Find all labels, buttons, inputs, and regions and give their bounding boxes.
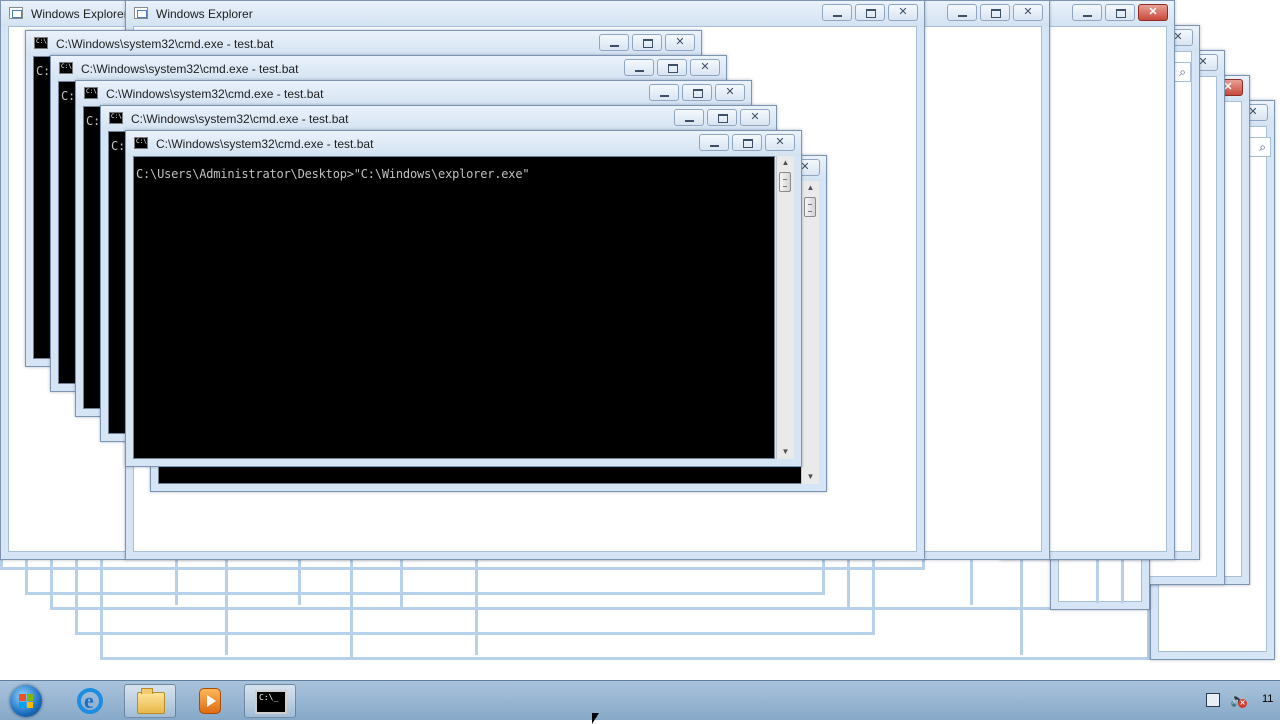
cmd-icon bbox=[34, 37, 48, 49]
cmd-window-active[interactable]: C:\Windows\system32\cmd.exe - test.bat C… bbox=[125, 130, 802, 467]
minimize-icon[interactable] bbox=[624, 59, 654, 76]
console-area[interactable]: C:\Users\Administrator\Desktop>"C:\Windo… bbox=[133, 156, 775, 459]
caption-buttons bbox=[649, 84, 745, 101]
clock[interactable]: 11 bbox=[1262, 693, 1273, 705]
close-icon[interactable] bbox=[740, 109, 770, 126]
explorer-icon bbox=[9, 7, 23, 19]
close-icon[interactable] bbox=[715, 84, 745, 101]
minimize-icon[interactable] bbox=[699, 134, 729, 151]
minimize-icon[interactable] bbox=[674, 109, 704, 126]
minimize-icon[interactable] bbox=[947, 4, 977, 21]
maximize-icon[interactable] bbox=[682, 84, 712, 101]
window-title: C:\Windows\system32\cmd.exe - test.bat bbox=[56, 37, 274, 51]
minimize-icon[interactable] bbox=[822, 4, 852, 21]
console-scrollbar[interactable]: ▲ ▼ bbox=[776, 156, 794, 459]
minimize-icon[interactable] bbox=[649, 84, 679, 101]
system-tray: 🔊 ✕ 11 bbox=[1190, 681, 1280, 721]
close-icon[interactable] bbox=[888, 4, 918, 21]
caption-buttons bbox=[947, 4, 1043, 21]
scroll-thumb[interactable] bbox=[804, 197, 816, 217]
window-title: C:\Windows\system32\cmd.exe - test.bat bbox=[131, 112, 349, 126]
scroll-down-icon[interactable]: ▼ bbox=[802, 470, 819, 484]
maximize-icon[interactable] bbox=[657, 59, 687, 76]
window-title: C:\Windows\system32\cmd.exe - test.bat bbox=[81, 62, 299, 76]
cmd-icon bbox=[109, 112, 123, 124]
caption-buttons bbox=[822, 4, 918, 21]
console-scrollbar[interactable]: ▲ ▼ bbox=[801, 181, 819, 484]
command-prompt-icon bbox=[255, 690, 287, 714]
folder-icon bbox=[137, 688, 165, 714]
mouse-cursor bbox=[592, 713, 599, 724]
maximize-icon[interactable] bbox=[980, 4, 1010, 21]
caption-buttons bbox=[1072, 4, 1168, 21]
taskbar: 🔊 ✕ 11 bbox=[0, 680, 1280, 720]
caption-buttons bbox=[674, 109, 770, 126]
internet-explorer-icon bbox=[77, 688, 103, 714]
scroll-thumb[interactable] bbox=[779, 172, 791, 192]
taskbar-cmd-button[interactable] bbox=[244, 684, 296, 718]
minimize-icon[interactable] bbox=[1072, 4, 1102, 21]
caption-buttons bbox=[699, 134, 795, 151]
explorer-icon bbox=[134, 7, 148, 19]
taskbar-media-player-button[interactable] bbox=[184, 684, 236, 718]
window-title: C:\Windows\system32\cmd.exe - test.bat bbox=[106, 87, 324, 101]
maximize-icon[interactable] bbox=[707, 109, 737, 126]
search-icon[interactable]: ⌕ bbox=[1179, 65, 1186, 80]
minimize-icon[interactable] bbox=[599, 34, 629, 51]
maximize-icon[interactable] bbox=[732, 134, 762, 151]
maximize-icon[interactable] bbox=[632, 34, 662, 51]
network-icon[interactable] bbox=[1206, 693, 1220, 707]
caption-buttons bbox=[624, 59, 720, 76]
window-title: Windows Explorer bbox=[156, 7, 253, 21]
console-output: C: bbox=[86, 114, 101, 128]
maximize-icon[interactable] bbox=[1105, 4, 1135, 21]
scroll-down-icon[interactable]: ▼ bbox=[777, 445, 794, 459]
close-icon[interactable] bbox=[1013, 4, 1043, 21]
close-icon[interactable] bbox=[1138, 4, 1168, 21]
media-player-icon bbox=[199, 688, 221, 714]
cmd-icon bbox=[84, 87, 98, 99]
mute-indicator-icon: ✕ bbox=[1238, 699, 1247, 708]
taskbar-explorer-button[interactable] bbox=[124, 684, 176, 718]
console-output: C: bbox=[36, 64, 51, 78]
cmd-icon bbox=[59, 62, 73, 74]
cmd-icon bbox=[134, 137, 148, 149]
window-title: Windows Explorer bbox=[31, 7, 128, 21]
console-output: C:\Users\Administrator\Desktop>"C:\Windo… bbox=[136, 167, 530, 181]
search-icon[interactable]: ⌕ bbox=[1259, 140, 1266, 155]
start-button[interactable] bbox=[4, 683, 48, 719]
close-icon[interactable] bbox=[690, 59, 720, 76]
scroll-up-icon[interactable]: ▲ bbox=[777, 156, 794, 170]
window-title: C:\Windows\system32\cmd.exe - test.bat bbox=[156, 137, 374, 151]
console-output: C: bbox=[61, 89, 76, 103]
scroll-up-icon[interactable]: ▲ bbox=[802, 181, 819, 195]
console-output: C: bbox=[111, 139, 126, 153]
taskbar-ie-button[interactable] bbox=[64, 684, 116, 718]
close-icon[interactable] bbox=[665, 34, 695, 51]
desktop: ⌕ ⌕ ⌕ bbox=[0, 0, 1280, 680]
caption-buttons bbox=[599, 34, 695, 51]
maximize-icon[interactable] bbox=[855, 4, 885, 21]
windows-logo-icon bbox=[10, 685, 42, 717]
close-icon[interactable] bbox=[765, 134, 795, 151]
